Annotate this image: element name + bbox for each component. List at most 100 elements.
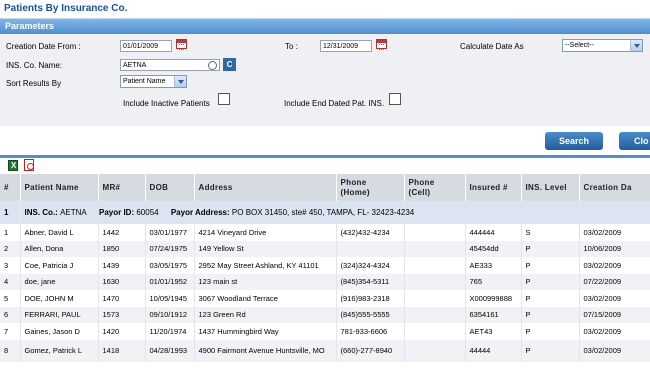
- dob: 03/05/1975: [145, 257, 195, 274]
- mr-number: 1850: [98, 240, 146, 257]
- col-patient-name[interactable]: Patient Name: [20, 174, 99, 201]
- col-phone-home[interactable]: Phone (Home): [336, 174, 405, 201]
- phone-home: [336, 240, 405, 257]
- creation-date: 07/22/2009: [579, 273, 650, 290]
- phone-home: (845)354-5311: [336, 273, 405, 290]
- address: 4214 Vineyard Drive: [194, 224, 337, 241]
- patient-name: DOE, JOHN M: [20, 290, 99, 307]
- phone-home: (432)432-4234: [336, 224, 405, 241]
- close-button[interactable]: Clo: [619, 132, 650, 150]
- ins-co-name-input[interactable]: AETNA: [120, 59, 220, 71]
- col-ins-level[interactable]: INS. Level: [521, 174, 580, 201]
- dob: 07/24/1975: [145, 240, 195, 257]
- patient-name: Abner, David L: [20, 224, 99, 241]
- phone-cell: [404, 273, 466, 290]
- row-num: 3: [0, 257, 21, 274]
- row-num: 5: [0, 290, 21, 307]
- calendar-icon[interactable]: [376, 39, 387, 50]
- group-payor-address: PO BOX 31450, ste# 450, TAMPA, FL- 32423…: [231, 208, 415, 217]
- sort-results-by-label: Sort Results By: [6, 79, 62, 88]
- dob: 03/01/1977: [145, 224, 195, 241]
- col-creation-date[interactable]: Creation Da: [579, 174, 650, 201]
- table-row[interactable]: 1 Abner, David L 1442 03/01/1977 4214 Vineya…: [0, 224, 650, 241]
- radio-icon[interactable]: [208, 61, 217, 70]
- calculate-date-as-label: Calculate Date As: [460, 42, 524, 51]
- table-header-row: # Patient Name MR# DOB Address Phone (Hom…: [0, 174, 650, 201]
- ins-level: P: [521, 257, 580, 274]
- sort-results-by-select[interactable]: Patient Name: [120, 75, 187, 88]
- dob: 09/10/1912: [145, 306, 195, 323]
- calculate-date-as-value: --Select--: [565, 42, 594, 49]
- clear-button[interactable]: C: [223, 58, 236, 71]
- include-end-dated-checkbox[interactable]: [389, 93, 401, 105]
- group-payor-id: 60054: [136, 208, 159, 217]
- address: 3067 Woodland Terrace: [194, 290, 337, 307]
- pdf-export-icon[interactable]: [24, 159, 34, 171]
- parameters-title: Parameters: [5, 21, 55, 31]
- creation-date: 07/15/2009: [579, 306, 650, 323]
- include-inactive-checkbox[interactable]: [218, 93, 230, 105]
- mr-number: 1418: [98, 339, 146, 362]
- calculate-date-as-select[interactable]: --Select--: [562, 39, 643, 52]
- mr-number: 1420: [98, 323, 146, 340]
- group-ins-co-label: INS. Co.:: [24, 208, 58, 217]
- creation-date-from-input[interactable]: 01/01/2009: [120, 40, 172, 52]
- row-num: 8: [0, 339, 21, 362]
- table-row[interactable]: 4 doe, jane 1630 01/01/1952 123 main st (845)…: [0, 273, 650, 290]
- search-button[interactable]: Search: [545, 132, 603, 150]
- phone-home: (324)324-4324: [336, 257, 405, 274]
- excel-export-icon[interactable]: [8, 160, 18, 171]
- patient-name: Allen, Dona: [20, 240, 99, 257]
- title-bar: Patients By Insurance Co.: [0, 0, 650, 19]
- ins-level: S: [521, 224, 580, 241]
- phone-home: (660)-277-8940: [336, 339, 405, 362]
- parameters-panel: Creation Date From : 01/01/2009 To : 12/…: [0, 34, 650, 126]
- ins-level: P: [521, 273, 580, 290]
- patient-name: Coe, Patricia J: [20, 257, 99, 274]
- patient-name: FERRARI, PAUL: [20, 306, 99, 323]
- phone-cell: [404, 306, 466, 323]
- address: 4900 Fairmont Avenue Huntsville, MO: [194, 339, 337, 362]
- creation-date: 03/02/2009: [579, 290, 650, 307]
- table-row[interactable]: 5 DOE, JOHN M 1470 10/05/1945 3067 Woodland …: [0, 290, 650, 307]
- to-label: To :: [285, 42, 298, 51]
- dob: 01/01/1952: [145, 273, 195, 290]
- calendar-icon[interactable]: [176, 39, 187, 50]
- group-payor-id-label: Payor ID:: [98, 208, 135, 217]
- table-row[interactable]: 7 Gaines, Jason D 1420 11/20/1974 1437 Hummi…: [0, 323, 650, 340]
- mr-number: 1573: [98, 306, 146, 323]
- to-date-input[interactable]: 12/31/2009: [320, 40, 372, 52]
- insured-number: 6354161: [465, 306, 522, 323]
- patient-name: Gomez, Patrick L: [20, 339, 99, 362]
- page-title: Patients By Insurance Co.: [4, 3, 128, 14]
- creation-date: 10/06/2009: [579, 240, 650, 257]
- dob: 04/28/1993: [145, 339, 195, 362]
- table-row[interactable]: 2 Allen, Dona 1850 07/24/1975 149 Yellow St 4…: [0, 240, 650, 257]
- creation-date-from-label: Creation Date From :: [6, 42, 81, 51]
- dob: 10/05/1945: [145, 290, 195, 307]
- ins-co-name-label: INS. Co. Name:: [6, 61, 63, 70]
- phone-cell: [404, 290, 466, 307]
- phone-home: (845)555-5555: [336, 306, 405, 323]
- dob: 11/20/1974: [145, 323, 195, 340]
- insured-number: 44444: [465, 339, 522, 362]
- include-inactive-label: Include Inactive Patients: [123, 99, 210, 108]
- table-row[interactable]: 8 Gomez, Patrick L 1418 04/28/1993 4900 Fair…: [0, 339, 650, 362]
- col-insured[interactable]: Insured #: [465, 174, 522, 201]
- table-row[interactable]: 6 FERRARI, PAUL 1573 09/10/1912 123 Green Rd…: [0, 306, 650, 323]
- phone-home: 781-933-6606: [336, 323, 405, 340]
- col-dob[interactable]: DOB: [145, 174, 195, 201]
- row-num: 1: [0, 224, 21, 241]
- button-strip: Search Clo: [0, 126, 650, 156]
- ins-level: P: [521, 323, 580, 340]
- col-address[interactable]: Address: [194, 174, 337, 201]
- table-row[interactable]: 3 Coe, Patricia J 1439 03/05/1975 2952 May S…: [0, 257, 650, 274]
- insured-number: X000999888: [465, 290, 522, 307]
- col-mr[interactable]: MR#: [98, 174, 146, 201]
- mr-number: 1442: [98, 224, 146, 241]
- col-phone-cell[interactable]: Phone (Cell): [404, 174, 466, 201]
- phone-home: (916)983-2318: [336, 290, 405, 307]
- address: 123 Green Rd: [194, 306, 337, 323]
- col-num[interactable]: #: [0, 174, 21, 201]
- sort-results-by-value: Patient Name: [123, 78, 166, 85]
